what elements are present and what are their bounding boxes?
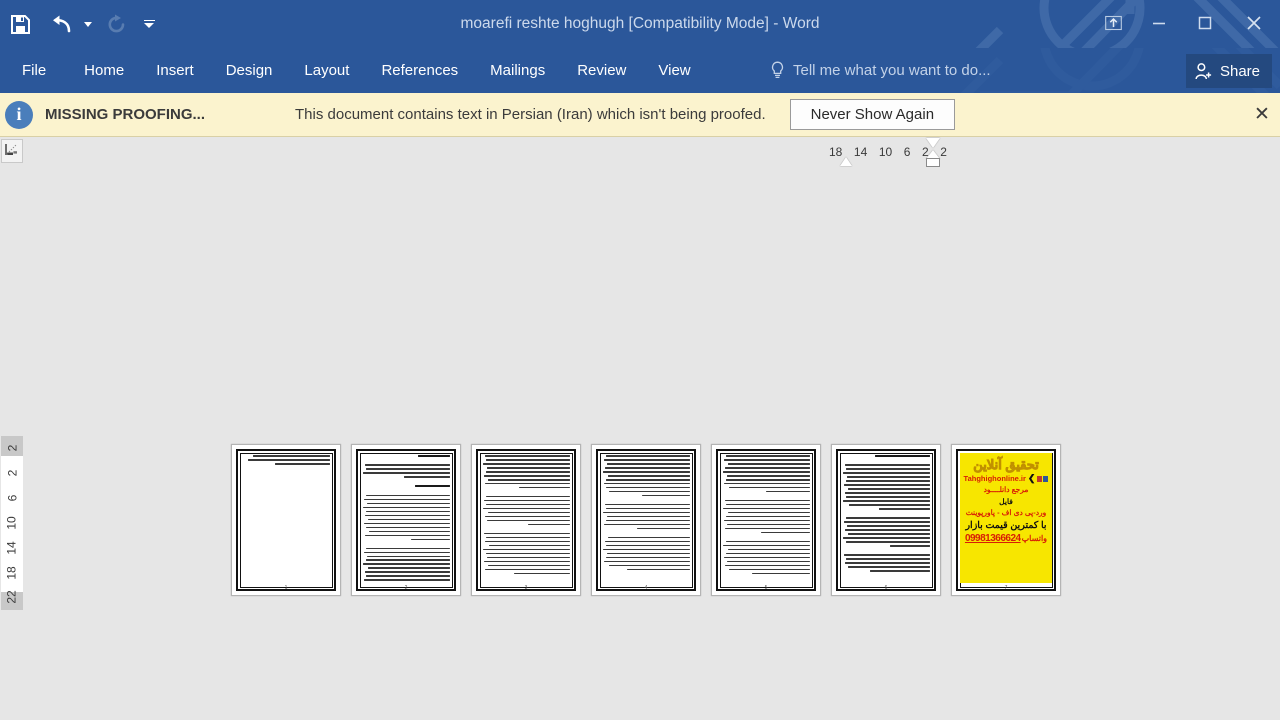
share-person-icon [1195,62,1212,79]
page-content [602,455,690,581]
title-bar: moarefi reshte hoghugh [Compatibility Mo… [0,0,1280,48]
ad-contact-row: واتساپ 09981366624 [965,533,1047,544]
file-type-icons [1037,475,1049,482]
proofing-notification-bar: i MISSING PROOFING... This document cont… [0,93,1280,137]
never-show-again-button[interactable]: Never Show Again [789,99,956,130]
page-content [242,455,330,581]
document-page[interactable]: 3 [471,444,581,596]
close-icon[interactable] [1228,0,1280,46]
left-indent-marker[interactable] [840,157,852,166]
vruler-tick: 22 [4,590,19,605]
window-title: moarefi reshte hoghugh [Compatibility Mo… [460,15,820,32]
document-canvas[interactable]: 1 2 3 4 5 6 تحقیق آنلاین Tahghighonline.… [24,138,1280,720]
document-page[interactable]: 4 [591,444,701,596]
left-arrow-icon: ❮ [1027,473,1036,484]
ad-phone-number: 09981366624 [964,532,1021,544]
page-content [842,455,930,581]
tab-mailings[interactable]: Mailings [474,48,561,93]
tab-layout[interactable]: Layout [288,48,365,93]
page-number: 4 [644,585,648,591]
tab-references[interactable]: References [365,48,474,93]
page-number: 3 [524,585,528,591]
page-number: 1 [284,585,288,591]
ad-source-line: مرجع دانلــــود [983,485,1029,495]
tab-review[interactable]: Review [561,48,642,93]
tab-file[interactable]: File [0,48,68,93]
tell-me-placeholder: Tell me what you want to do... [793,62,991,79]
ad-website: Tahghighonline.ir [963,474,1026,484]
undo-dropdown-icon[interactable] [80,4,96,44]
document-page[interactable]: 1 [231,444,341,596]
vruler-tick: 14 [4,541,19,555]
hruler-tick: 10 [878,145,893,159]
notification-message: This document contains text in Persian (… [295,106,766,123]
vruler-tick: 6 [5,494,19,502]
page-content [482,455,570,581]
ad-file-line: فایل [999,496,1013,506]
page-content [722,455,810,581]
page-number: 6 [884,585,888,591]
right-indent-marker[interactable] [926,158,940,167]
maximize-icon[interactable] [1182,0,1228,46]
ad-formats-line: ورد-پی دی اف - پاورپوینت [965,507,1047,517]
tab-selector-button[interactable] [1,139,23,163]
tab-home[interactable]: Home [68,48,140,93]
redo-icon [96,4,136,44]
tell-me-box[interactable]: Tell me what you want to do... [770,48,991,93]
undo-icon[interactable] [40,4,80,44]
vruler-tick: 18 [4,565,19,580]
word-icon [1043,475,1049,482]
vertical-ruler-ticks: 2 2 6 10 14 18 22 [1,436,23,610]
share-label: Share [1219,62,1260,80]
document-page[interactable]: 2 [351,444,461,596]
advertisement-banner: تحقیق آنلاین Tahghighonline.ir ❮ مرجع دا… [960,453,1052,583]
ribbon-tab-bar: File Home Insert Design Layout Reference… [0,48,1280,93]
tab-view[interactable]: View [642,48,706,93]
document-page[interactable]: 5 [711,444,821,596]
ad-whatsapp-label: واتساپ [1021,533,1048,543]
document-page[interactable]: 6 [831,444,941,596]
tab-selector-icon [5,144,17,155]
hruler-tick: 6 [903,145,911,159]
page-number: 2 [404,585,408,591]
save-icon[interactable] [0,4,40,44]
minimize-icon[interactable] [1136,0,1182,46]
document-page-advertisement[interactable]: تحقیق آنلاین Tahghighonline.ir ❮ مرجع دا… [951,444,1061,596]
pdf-icon [1037,475,1043,482]
page-number: 7 [1004,585,1008,591]
tab-insert[interactable]: Insert [140,48,210,93]
hruler-tick: 2 [940,145,947,159]
vruler-tick: 2 [5,469,19,477]
ribbon-tabs: File Home Insert Design Layout Reference… [0,48,707,93]
ribbon-display-options-icon[interactable] [1090,0,1136,46]
share-button[interactable]: Share [1185,54,1272,88]
hruler-tick: 14 [853,145,868,159]
customize-quick-access-icon[interactable] [136,4,162,44]
vruler-tick: 10 [4,516,19,530]
tab-design[interactable]: Design [210,48,289,93]
page-number: 5 [764,585,768,591]
lightbulb-icon [771,61,784,79]
vertical-ruler[interactable]: 2 2 6 10 14 18 22 [1,436,23,610]
first-line-indent-marker[interactable] [926,138,940,148]
notification-close-icon[interactable]: ✕ [1248,100,1276,128]
quick-access-toolbar [0,0,162,48]
info-icon: i [5,100,33,129]
ad-price-line: با کمترین قیمت بازار [965,519,1047,531]
ad-title: تحقیق آنلاین [973,457,1040,472]
ad-website-row: Tahghighonline.ir ❮ [964,474,1049,483]
page-thumbnail-strip: 1 2 3 4 5 6 تحقیق آنلاین Tahghighonline.… [231,444,1061,596]
page-content [362,455,450,581]
window-controls [1090,0,1280,48]
notification-title: MISSING PROOFING... [45,106,206,123]
vruler-tick: 2 [5,445,19,452]
